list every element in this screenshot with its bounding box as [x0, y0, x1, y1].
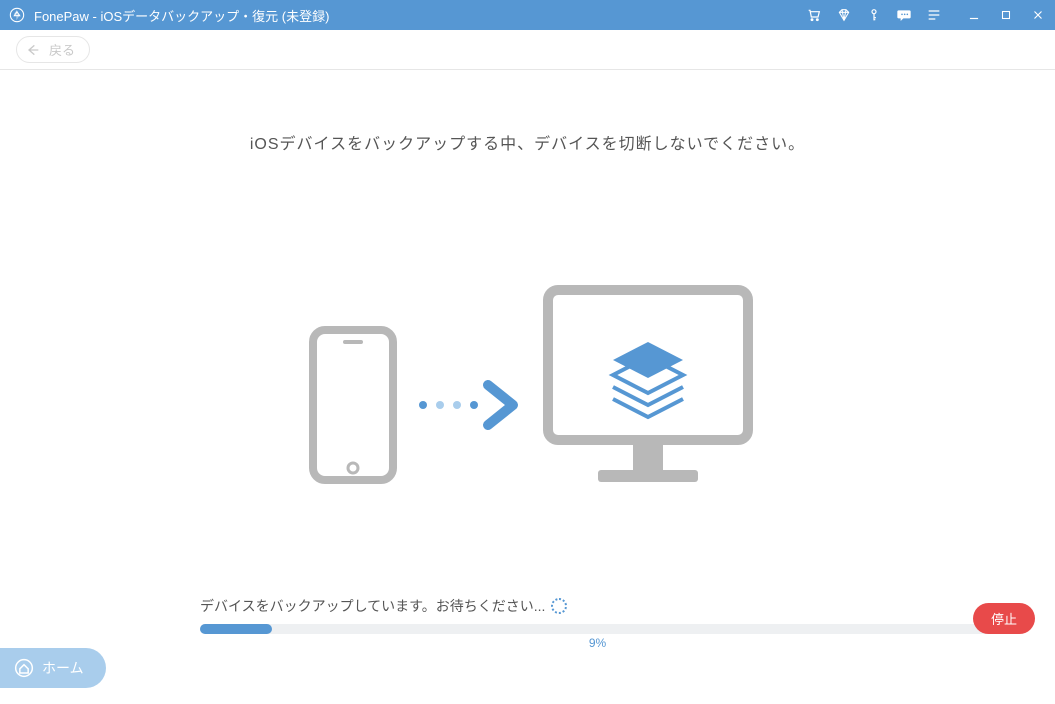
- content-area: iOSデバイスをバックアップする中、デバイスを切断しないでください。: [0, 70, 1055, 704]
- progress-label: デバイスをバックアップしています。お待ちください...: [200, 596, 545, 616]
- home-button[interactable]: ホーム: [0, 648, 106, 688]
- back-button: 戻る: [16, 36, 90, 63]
- home-label: ホーム: [42, 658, 84, 678]
- progress-fill: [200, 624, 272, 634]
- stop-button[interactable]: 停止: [973, 603, 1035, 634]
- close-icon[interactable]: [1029, 6, 1047, 24]
- spinner-icon: [551, 598, 567, 614]
- chat-icon[interactable]: [895, 6, 913, 24]
- back-label: 戻る: [49, 40, 75, 59]
- progress-area: デバイスをバックアップしています。お待ちください... 9%: [200, 596, 995, 634]
- transfer-illustration: [288, 260, 768, 500]
- key-icon[interactable]: [865, 6, 883, 24]
- app-logo-icon: [8, 6, 26, 24]
- progress-percent: 9%: [589, 636, 606, 650]
- titlebar: FonePaw - iOSデータバックアップ・復元 (未登録): [0, 0, 1055, 30]
- progress-bar: 9%: [200, 624, 995, 634]
- toolbar: 戻る: [0, 30, 1055, 70]
- cart-icon[interactable]: [805, 6, 823, 24]
- home-icon: [14, 658, 34, 678]
- minimize-icon[interactable]: [965, 6, 983, 24]
- app-title: FonePaw - iOSデータバックアップ・復元 (未登録): [34, 6, 329, 25]
- menu-icon[interactable]: [925, 6, 943, 24]
- instruction-text: iOSデバイスをバックアップする中、デバイスを切断しないでください。: [0, 130, 1055, 154]
- maximize-icon[interactable]: [997, 6, 1015, 24]
- diamond-icon[interactable]: [835, 6, 853, 24]
- arrow-left-icon: [25, 42, 41, 58]
